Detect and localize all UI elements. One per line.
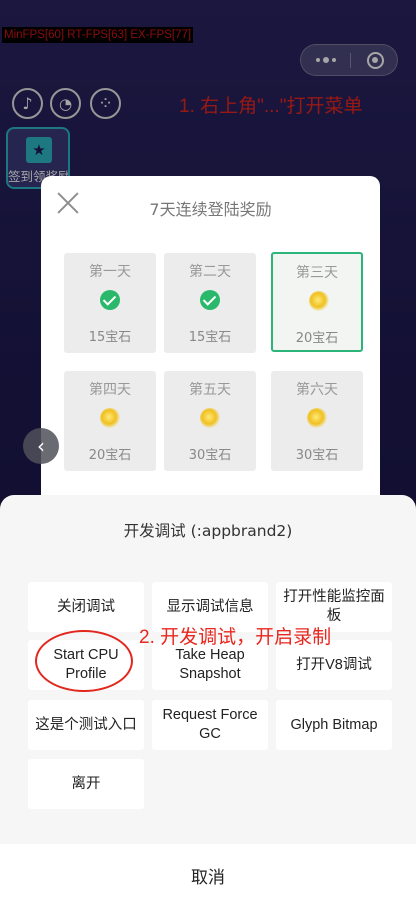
day-label: 第三天 <box>296 265 338 281</box>
day-label: 第六天 <box>296 382 338 398</box>
day-card-2: 第二天 15宝石 <box>164 253 256 353</box>
debug-action-sheet: 开发调试 (:appbrand2) 关闭调试 显示调试信息 打开性能监控面板 S… <box>0 495 416 907</box>
gem-icon <box>309 291 329 311</box>
option-test-entry[interactable]: 这是个测试入口 <box>28 700 144 750</box>
option-request-force-gc[interactable]: Request Force GC <box>152 700 268 750</box>
check-circle-icon <box>100 290 120 310</box>
day-reward: 15宝石 <box>188 330 232 345</box>
day-card-6: 第六天 30宝石 <box>271 371 363 471</box>
day-card-5: 第五天 30宝石 <box>164 371 256 471</box>
day-reward: 15宝石 <box>88 330 132 345</box>
option-leave[interactable]: 离开 <box>28 759 144 809</box>
day-reward: 30宝石 <box>188 448 232 463</box>
day-card-1: 第一天 15宝石 <box>64 253 156 353</box>
gem-icon <box>307 408 327 428</box>
gem-icon <box>200 408 220 428</box>
day-label: 第一天 <box>89 264 131 280</box>
day-label: 第四天 <box>89 382 131 398</box>
check-circle-icon <box>200 290 220 310</box>
highlight-circle <box>35 630 133 692</box>
day-reward: 30宝石 <box>295 448 339 463</box>
option-glyph-bitmap[interactable]: Glyph Bitmap <box>276 700 392 750</box>
day-label: 第二天 <box>189 264 231 280</box>
gem-icon <box>100 408 120 428</box>
annotation-step-2: 2. 开发调试，开启录制 <box>139 627 332 648</box>
reward-dialog-title: 7天连续登陆奖励 <box>149 200 272 219</box>
cancel-button[interactable]: 取消 <box>0 844 416 907</box>
sheet-title: 开发调试 (:appbrand2) <box>123 522 293 540</box>
day-reward: 20宝石 <box>295 331 339 346</box>
day-label: 第五天 <box>189 382 231 398</box>
day-card-4: 第四天 20宝石 <box>64 371 156 471</box>
reward-dialog: 7天连续登陆奖励 第一天 15宝石 第二天 15宝石 第三天 20宝石 第四天 … <box>41 176 380 516</box>
day-card-3[interactable]: 第三天 20宝石 <box>271 252 363 352</box>
option-close-debug[interactable]: 关闭调试 <box>28 582 144 632</box>
day-reward: 20宝石 <box>88 448 132 463</box>
chevron-left-icon[interactable]: ‹ <box>23 428 59 464</box>
